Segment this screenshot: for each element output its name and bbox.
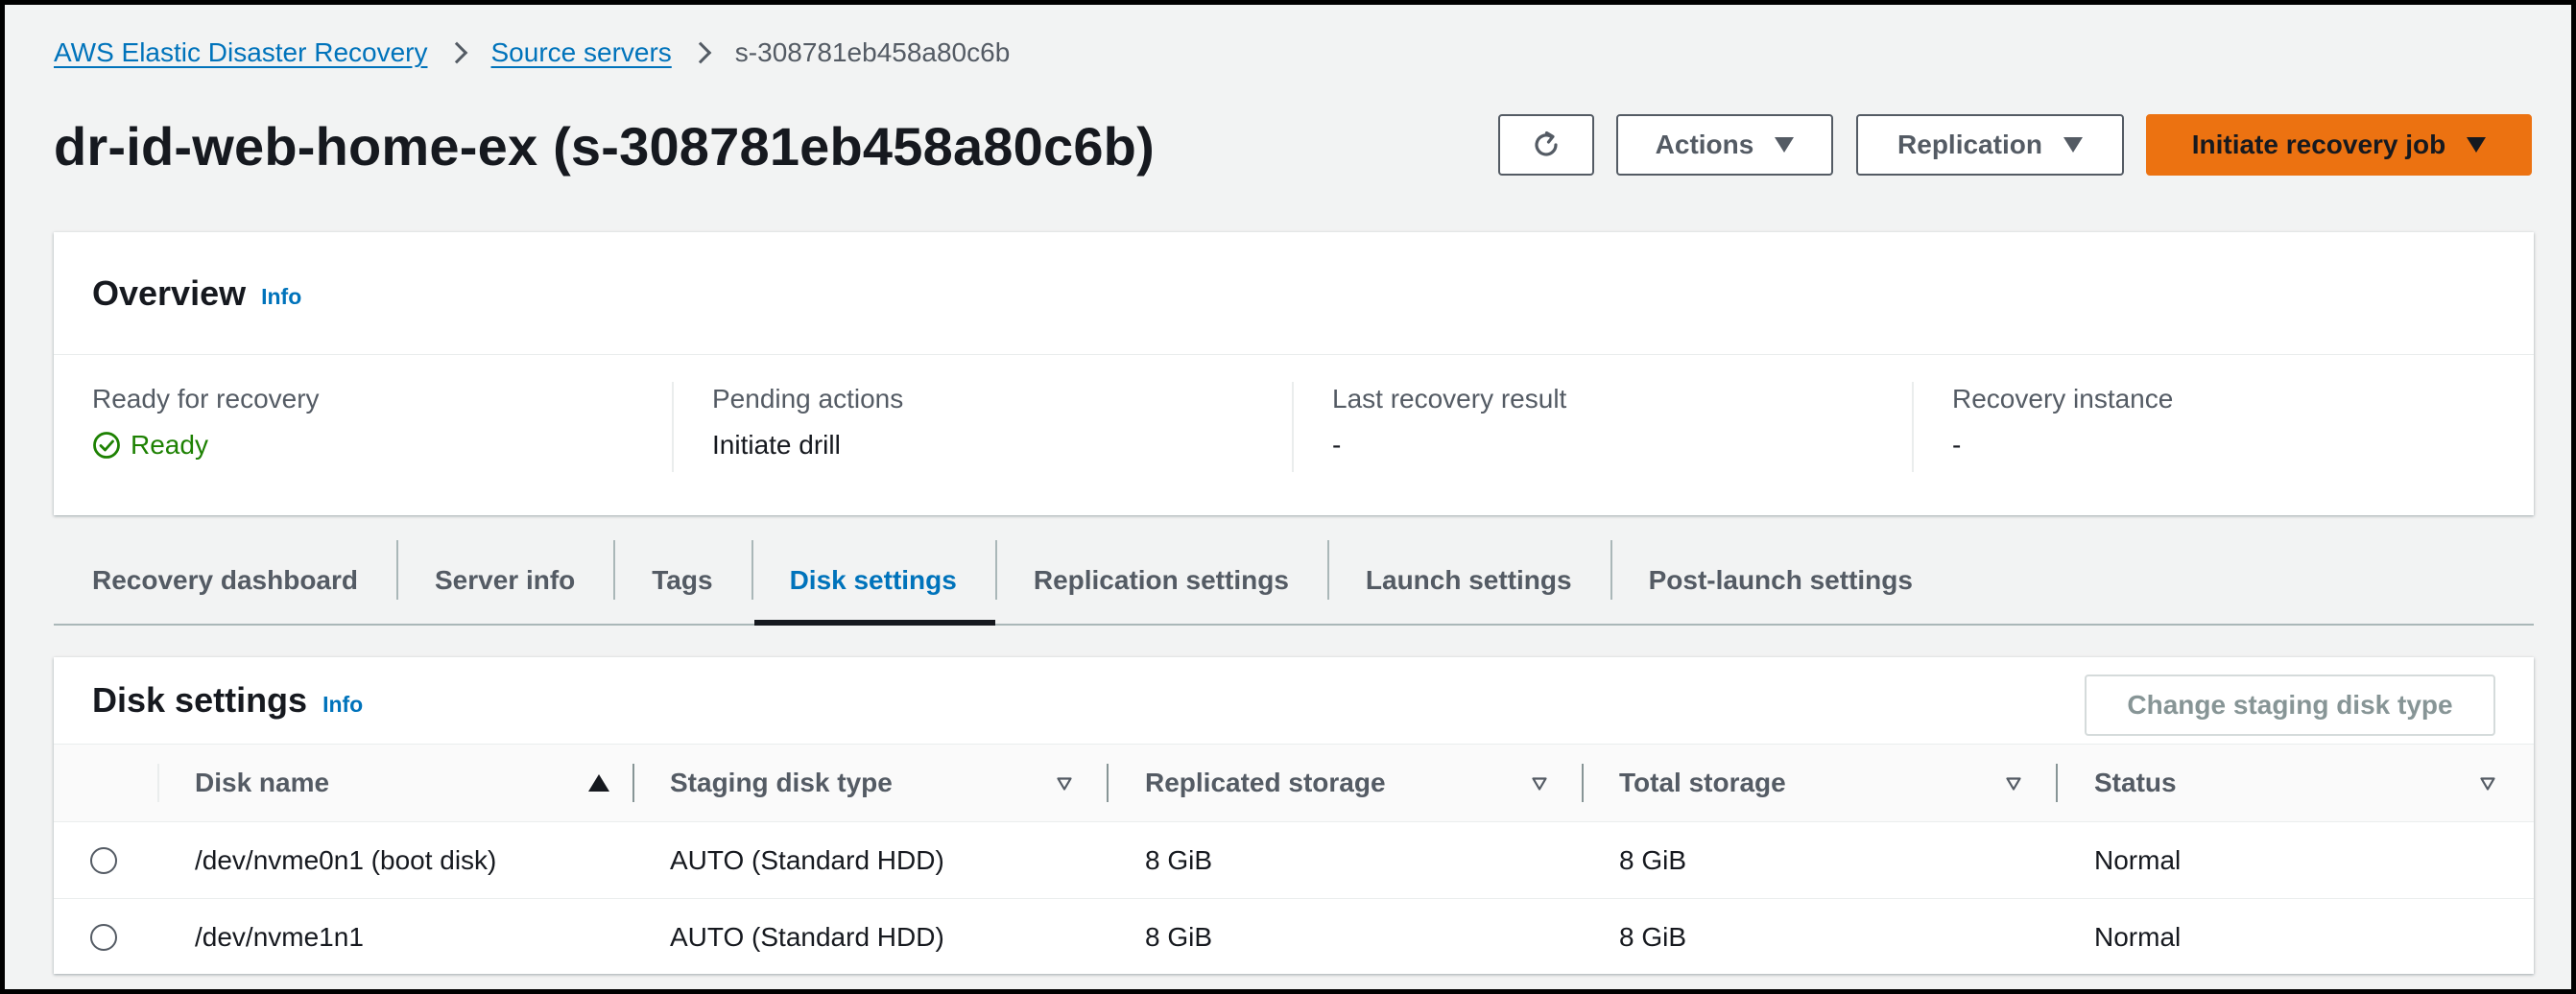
column-divider[interactable]	[1582, 764, 1584, 802]
cell-total-storage: 8 GiB	[1619, 922, 1687, 952]
disk-settings-title: Disk settings	[92, 680, 308, 720]
overview-field-pending: Pending actions Initiate drill	[674, 382, 1294, 472]
refresh-icon	[1535, 130, 1558, 156]
overview-panel: Overview Info Ready for recovery Ready P…	[54, 232, 2534, 515]
overview-fields: Ready for recovery Ready Pending actions…	[54, 355, 2534, 472]
caret-down-icon	[2467, 137, 2487, 153]
column-header-status[interactable]: Status	[2094, 745, 2177, 821]
overview-field-ready: Ready for recovery Ready	[54, 382, 674, 472]
ready-status: Ready	[92, 428, 672, 462]
cell-staging-disk-type: AUTO (Standard HDD)	[670, 922, 944, 952]
cell-disk-name: /dev/nvme0n1 (boot disk)	[195, 845, 497, 875]
page-title: dr-id-web-home-ex (s-308781eb458a80c6b)	[54, 116, 1155, 177]
table-row[interactable]: /dev/nvme1n1 AUTO (Standard HDD) 8 GiB 8…	[54, 899, 2534, 976]
replication-button-label: Replication	[1897, 130, 2042, 159]
breadcrumb-link-drs[interactable]: AWS Elastic Disaster Recovery	[54, 37, 428, 68]
replication-button[interactable]: Replication	[1856, 114, 2124, 176]
overview-field-label: Ready for recovery	[92, 384, 320, 414]
disk-settings-header: Disk settings Info Change staging disk t…	[54, 657, 2534, 744]
initiate-recovery-job-label: Initiate recovery job	[2191, 130, 2446, 159]
table-header: Disk name Staging disk type Replicated s…	[54, 744, 2534, 822]
column-divider[interactable]	[632, 764, 634, 802]
page: AWS Elastic Disaster Recovery Source ser…	[5, 5, 2571, 989]
column-header-total-storage[interactable]: Total storage	[1619, 745, 1786, 821]
tab-disk-settings[interactable]: Disk settings	[751, 537, 996, 626]
overview-title: Overview	[92, 272, 247, 313]
tab-post-launch-settings[interactable]: Post-launch settings	[1610, 537, 1951, 624]
column-header-replicated-storage[interactable]: Replicated storage	[1145, 745, 1386, 821]
overview-header: Overview Info	[54, 232, 2534, 355]
overview-field-value: -	[1952, 430, 1962, 460]
sort-descending-icon[interactable]	[2006, 777, 2021, 791]
row-select-radio[interactable]	[90, 847, 117, 874]
actions-button[interactable]: Actions	[1616, 114, 1833, 176]
column-divider	[157, 764, 159, 802]
cell-status: Normal	[2094, 845, 2182, 875]
sort-descending-icon[interactable]	[2480, 777, 2495, 791]
overview-field-label: Recovery instance	[1952, 384, 2174, 414]
breadcrumb-link-source-servers[interactable]: Source servers	[491, 37, 672, 68]
cell-disk-name: /dev/nvme1n1	[195, 922, 364, 952]
caret-down-icon	[2063, 137, 2083, 153]
initiate-recovery-job-button[interactable]: Initiate recovery job	[2146, 114, 2532, 176]
tab-server-info[interactable]: Server info	[396, 537, 613, 624]
tab-bar: Recovery dashboard Server info Tags Disk…	[54, 537, 2534, 626]
table-row[interactable]: /dev/nvme0n1 (boot disk) AUTO (Standard …	[54, 822, 2534, 899]
overview-field-recovery-instance: Recovery instance -	[1914, 382, 2534, 472]
sort-descending-icon[interactable]	[1532, 777, 1547, 791]
tab-launch-settings[interactable]: Launch settings	[1326, 537, 1610, 624]
overview-info-link[interactable]: Info	[261, 284, 301, 310]
check-circle-icon	[93, 432, 120, 459]
tab-tags[interactable]: Tags	[613, 537, 751, 624]
refresh-button[interactable]	[1498, 114, 1594, 176]
breadcrumb: AWS Elastic Disaster Recovery Source ser…	[54, 34, 1010, 72]
actions-button-label: Actions	[1655, 130, 1754, 159]
row-select-radio[interactable]	[90, 924, 117, 951]
change-staging-disk-type-button[interactable]: Change staging disk type	[2085, 674, 2495, 736]
column-divider[interactable]	[1107, 764, 1109, 802]
caret-down-icon	[1775, 137, 1795, 153]
chevron-right-icon	[445, 41, 467, 64]
tab-recovery-dashboard[interactable]: Recovery dashboard	[54, 537, 396, 624]
ready-status-text: Ready	[131, 430, 208, 460]
breadcrumb-current: s-308781eb458a80c6b	[734, 37, 1011, 67]
column-divider[interactable]	[2056, 764, 2058, 802]
tab-replication-settings[interactable]: Replication settings	[994, 537, 1327, 624]
cell-replicated-storage: 8 GiB	[1145, 922, 1213, 952]
cell-replicated-storage: 8 GiB	[1145, 845, 1213, 875]
column-header-staging-disk-type[interactable]: Staging disk type	[670, 745, 893, 821]
disk-settings-info-link[interactable]: Info	[322, 692, 363, 718]
overview-field-label: Last recovery result	[1332, 384, 1567, 414]
column-header-disk-name[interactable]: Disk name	[195, 745, 329, 821]
sort-descending-icon[interactable]	[1057, 777, 1072, 791]
overview-field-label: Pending actions	[712, 384, 904, 414]
cell-total-storage: 8 GiB	[1619, 845, 1687, 875]
overview-field-value: -	[1332, 430, 1342, 460]
disk-settings-panel: Disk settings Info Change staging disk t…	[54, 657, 2534, 974]
overview-field-last-result: Last recovery result -	[1294, 382, 1914, 472]
cell-status: Normal	[2094, 922, 2182, 952]
chevron-right-icon	[689, 41, 712, 64]
sort-ascending-icon[interactable]	[588, 774, 609, 792]
overview-field-value: Initiate drill	[712, 430, 841, 460]
cell-staging-disk-type: AUTO (Standard HDD)	[670, 845, 944, 875]
